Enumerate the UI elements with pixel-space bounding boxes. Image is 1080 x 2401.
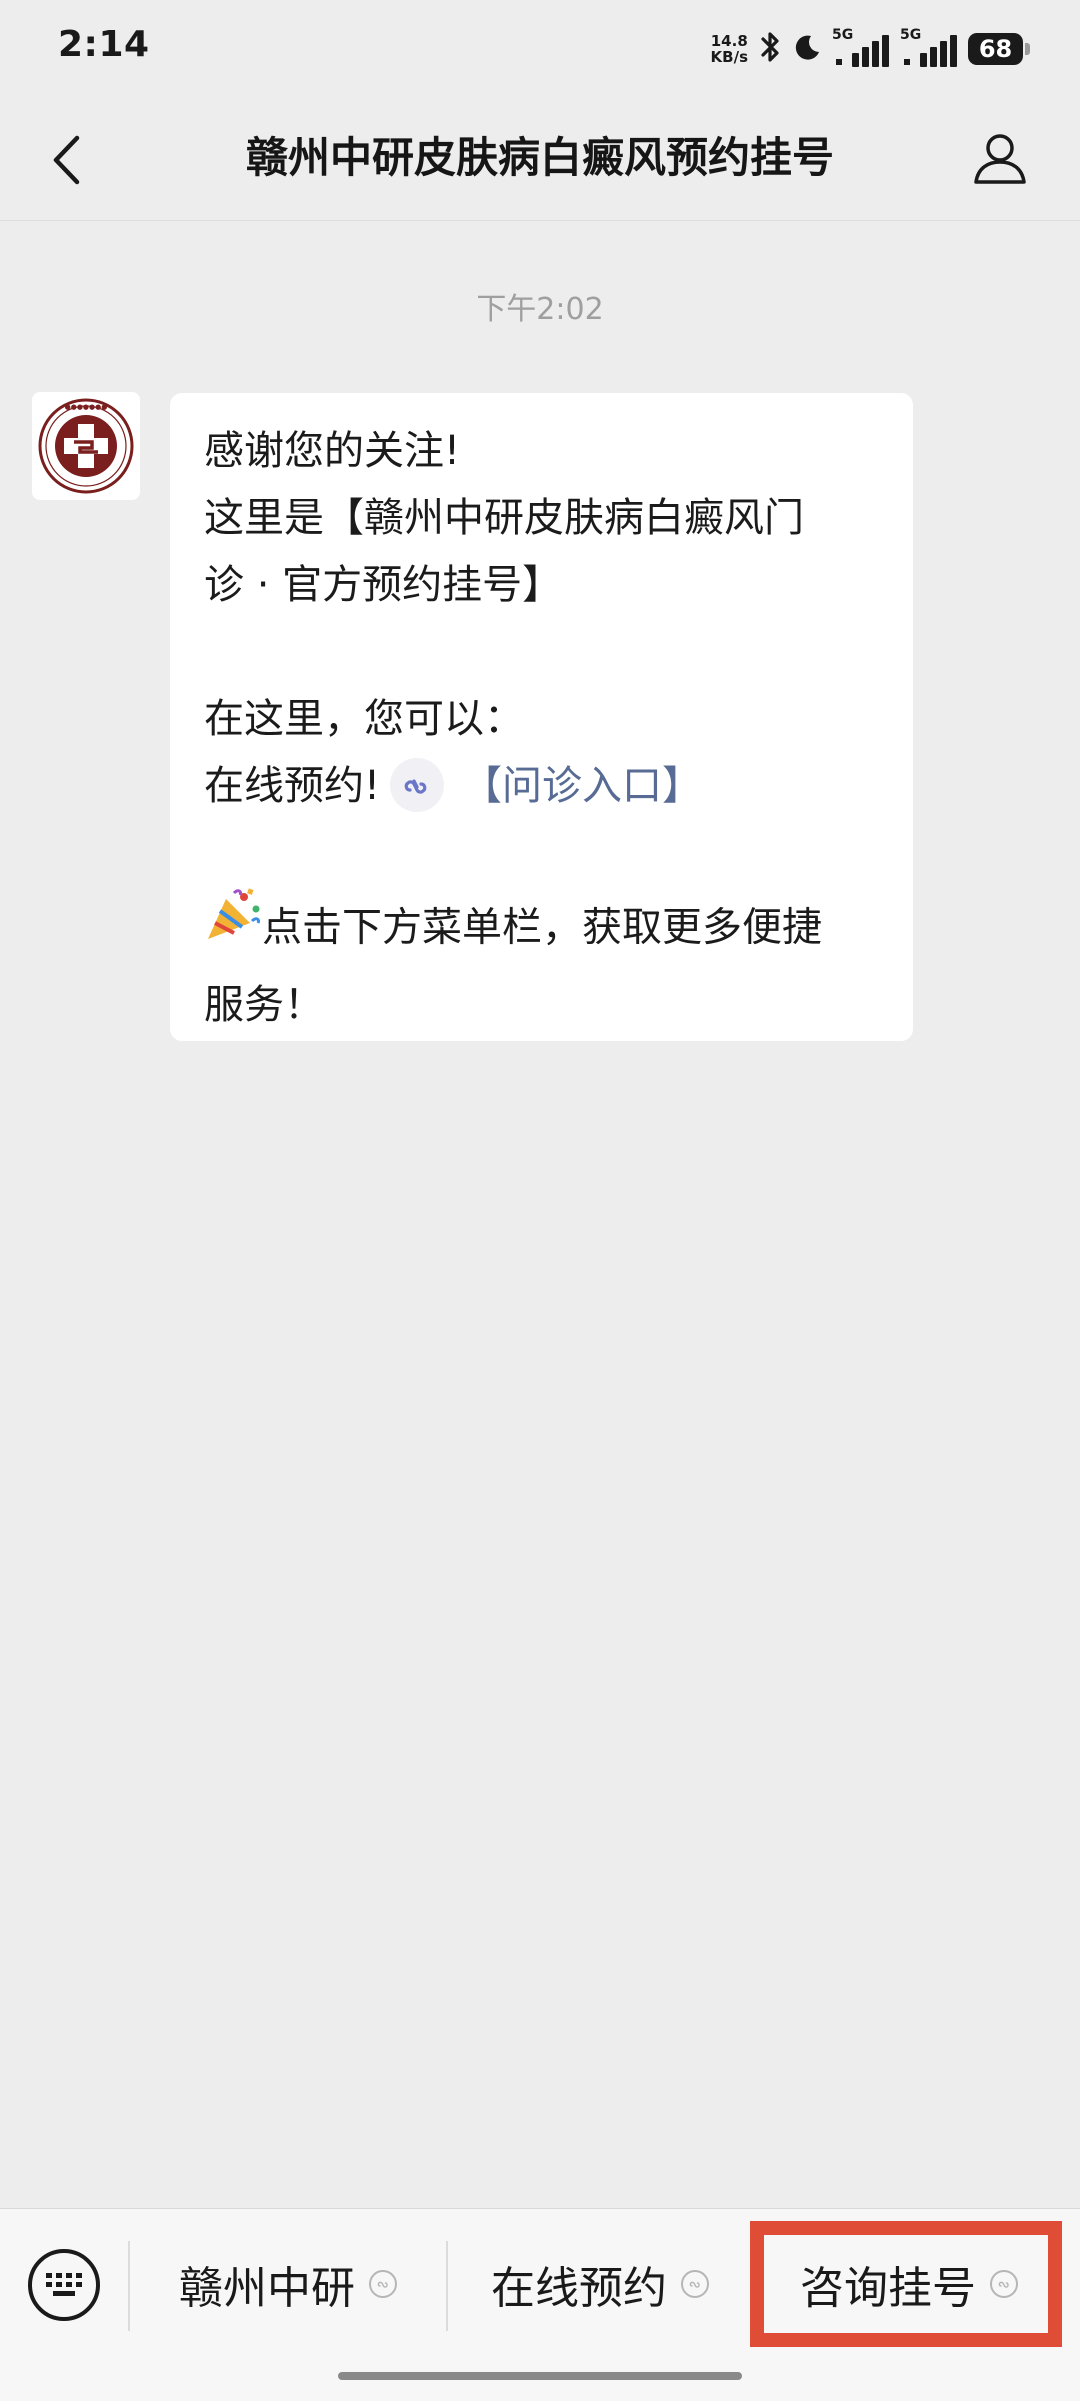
keyboard-icon bbox=[46, 2273, 82, 2296]
chat-screen: 2:14 14.8 KB/s 5G 5G 68 赣州中研皮肤病白癜风预约挂号 下… bbox=[0, 0, 1080, 2401]
message-line: 诊 · 官方预约挂号】 bbox=[204, 562, 563, 608]
menu-item-label: 在线预约 bbox=[491, 2263, 667, 2314]
menu-divider bbox=[128, 2241, 130, 2331]
moon-icon bbox=[792, 32, 822, 66]
battery-cap bbox=[1025, 43, 1030, 55]
menu-item-label: 赣州中研 bbox=[179, 2263, 355, 2314]
clinic-logo-icon: ●●●●●●● bbox=[38, 398, 134, 494]
status-time: 2:14 bbox=[58, 24, 150, 65]
status-bar: 2:14 14.8 KB/s 5G 5G 68 bbox=[0, 0, 1080, 96]
menu-item-ganzhou-zhongyan[interactable]: 赣州中研 bbox=[132, 2239, 444, 2329]
network-speed-value: 14.8 bbox=[710, 32, 748, 50]
message-text: 在线预约! bbox=[204, 763, 381, 809]
battery-icon: 68 bbox=[968, 33, 1030, 65]
status-icons: 14.8 KB/s 5G 5G 68 bbox=[711, 24, 1030, 74]
keyboard-toggle-button[interactable] bbox=[28, 2249, 100, 2321]
profile-button[interactable] bbox=[968, 126, 1032, 190]
chat-timestamp: 下午2:02 bbox=[476, 292, 604, 327]
highlight-box bbox=[750, 2221, 1062, 2347]
message-line: 这里是【赣州中研皮肤病白癜风门 bbox=[204, 495, 804, 541]
home-indicator[interactable] bbox=[338, 2372, 742, 2380]
page-title: 赣州中研皮肤病白癜风预约挂号 bbox=[245, 133, 834, 182]
message-line: 在这里，您可以： bbox=[204, 696, 524, 742]
message-line: 感谢您的关注! bbox=[204, 428, 461, 474]
consultation-entry-link[interactable]: 【问诊入口】 bbox=[462, 763, 702, 809]
back-arrow-icon bbox=[53, 135, 80, 185]
message-bubble: 感谢您的关注! 这里是【赣州中研皮肤病白癜风门 诊 · 官方预约挂号】 在这里，… bbox=[170, 393, 913, 1041]
menu-item-online-booking[interactable]: 在线预约 bbox=[450, 2239, 750, 2329]
network-speed-unit: KB/s bbox=[710, 48, 748, 66]
back-button[interactable] bbox=[36, 130, 96, 190]
message-line-link: 在线预约! 【问诊入口】 bbox=[204, 753, 883, 820]
mini-program-icon bbox=[369, 2270, 397, 2298]
network-speed: 14.8 KB/s bbox=[711, 33, 748, 65]
message-text: 点击下方菜单栏，获取更多便捷 bbox=[262, 904, 822, 951]
signal-sim1-icon: 5G bbox=[832, 27, 890, 69]
profile-icon bbox=[974, 134, 1026, 184]
signal-sim2-icon: 5G bbox=[900, 27, 958, 69]
avatar[interactable]: ●●●●●●● bbox=[32, 392, 140, 500]
message-line: 点击下方菜单栏，获取更多便捷 bbox=[204, 887, 883, 972]
battery-level: 68 bbox=[968, 33, 1024, 65]
menu-divider bbox=[446, 2241, 448, 2331]
bluetooth-icon bbox=[758, 30, 782, 68]
message-line: 服务！ bbox=[204, 982, 324, 1028]
svg-text:●●●●●●●: ●●●●●●● bbox=[65, 403, 108, 411]
party-popper-icon bbox=[204, 887, 262, 964]
header: 赣州中研皮肤病白癜风预约挂号 bbox=[0, 100, 1080, 221]
mini-program-icon bbox=[390, 758, 445, 812]
mini-program-icon bbox=[681, 2270, 709, 2298]
